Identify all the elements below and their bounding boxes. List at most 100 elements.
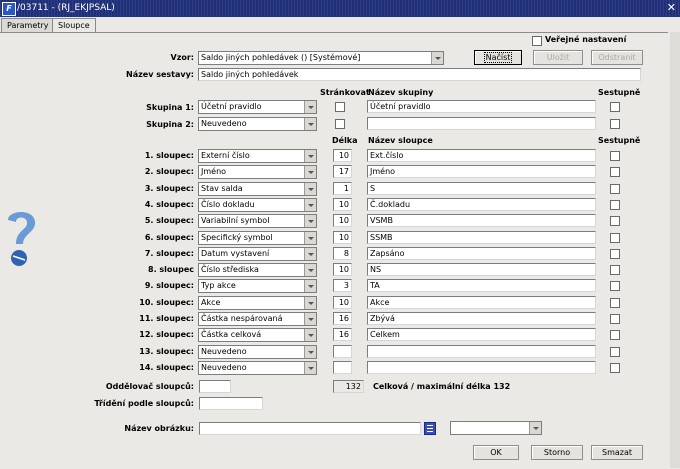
chevron-down-icon[interactable] — [304, 362, 316, 374]
column-name-input[interactable] — [367, 361, 596, 374]
image-select[interactable] — [450, 421, 542, 435]
report-name-input[interactable]: Saldo jiných pohledávek — [198, 68, 641, 81]
tab-sloupce[interactable]: Sloupce — [52, 18, 96, 33]
group1-select[interactable]: Účetní pravidlo — [198, 100, 317, 114]
column-length-input[interactable]: 3 — [333, 279, 352, 292]
column-name-input[interactable]: Ext.číslo — [367, 149, 596, 162]
load-button[interactable]: Načíst — [474, 50, 522, 65]
column-field-select[interactable]: Číslo dokladu — [198, 198, 317, 212]
save-button[interactable]: Uložit — [533, 50, 583, 65]
column-descending-checkbox[interactable] — [610, 151, 620, 161]
chevron-down-icon[interactable] — [304, 183, 316, 195]
column-field-select[interactable]: Variabilní symbol — [198, 214, 317, 228]
column-field-select[interactable]: Jméno — [198, 165, 317, 179]
column-descending-checkbox[interactable] — [610, 347, 620, 357]
chevron-down-icon[interactable] — [304, 248, 316, 260]
column-field-select[interactable]: Částka nespárovaná — [198, 312, 317, 326]
column-descending-checkbox[interactable] — [610, 216, 620, 226]
column-length-input[interactable]: 10 — [333, 198, 352, 211]
chevron-down-icon[interactable] — [304, 215, 316, 227]
group2-name-input[interactable] — [367, 117, 596, 130]
column-descending-checkbox[interactable] — [610, 249, 620, 259]
column-field-select[interactable]: Číslo střediska — [198, 263, 317, 277]
column-field-select[interactable]: Akce — [198, 296, 317, 310]
column-name-input[interactable]: NS — [367, 263, 596, 276]
group2-select[interactable]: Neuvedeno — [198, 117, 317, 131]
column-length-input[interactable]: 10 — [333, 214, 352, 227]
list-icon[interactable] — [424, 422, 436, 435]
column-field-select[interactable]: Externí číslo — [198, 149, 317, 163]
column-length-input[interactable]: 16 — [333, 328, 352, 341]
column-name-input[interactable]: Zapsáno — [367, 247, 596, 260]
column-name-input[interactable] — [367, 345, 596, 358]
column-length-input[interactable]: 17 — [333, 165, 352, 178]
column-descending-checkbox[interactable] — [610, 233, 620, 243]
column-field-select[interactable]: Neuvedeno — [198, 361, 317, 375]
column-length-input[interactable]: 8 — [333, 247, 352, 260]
column-descending-checkbox[interactable] — [610, 265, 620, 275]
column-descending-checkbox[interactable] — [610, 363, 620, 373]
group2-paging-checkbox[interactable] — [335, 119, 345, 129]
group2-descending-checkbox[interactable] — [610, 119, 620, 129]
delete-button[interactable]: Smazat — [591, 445, 643, 460]
chevron-down-icon[interactable] — [304, 150, 316, 162]
chevron-down-icon[interactable] — [304, 166, 316, 178]
image-name-input[interactable] — [199, 422, 421, 435]
column-name-input[interactable]: Jméno — [367, 165, 596, 178]
column-descending-checkbox[interactable] — [610, 281, 620, 291]
column-descending-checkbox[interactable] — [610, 330, 620, 340]
chevron-down-icon[interactable] — [304, 232, 316, 244]
column-length-input[interactable]: 10 — [333, 231, 352, 244]
column-field-select[interactable]: Částka celková — [198, 328, 317, 342]
column-length-input[interactable] — [333, 361, 352, 374]
chevron-down-icon[interactable] — [304, 264, 316, 276]
column-name-input[interactable]: S — [367, 182, 596, 195]
column-name-input[interactable]: SSMB — [367, 231, 596, 244]
column-name-input[interactable]: Zbývá — [367, 312, 596, 325]
column-name-input[interactable]: VSMB — [367, 214, 596, 227]
chevron-down-icon[interactable] — [304, 313, 316, 325]
chevron-down-icon[interactable] — [304, 297, 316, 309]
column-name-input[interactable]: TA — [367, 279, 596, 292]
chevron-down-icon[interactable] — [304, 101, 316, 113]
column-field-select[interactable]: Neuvedeno — [198, 345, 317, 359]
column-name-input[interactable]: Č.dokladu — [367, 198, 596, 211]
public-setting-checkbox[interactable] — [532, 36, 542, 46]
remove-button[interactable]: Odstranit — [591, 50, 643, 65]
tab-parametry[interactable]: Parametry — [1, 18, 55, 32]
column-descending-checkbox[interactable] — [610, 314, 620, 324]
chevron-down-icon[interactable] — [304, 346, 316, 358]
chevron-down-icon[interactable] — [304, 199, 316, 211]
column-descending-checkbox[interactable] — [610, 167, 620, 177]
column-length-input[interactable]: 10 — [333, 263, 352, 276]
column-descending-checkbox[interactable] — [610, 200, 620, 210]
column-length-input[interactable]: 1 — [333, 182, 352, 195]
close-icon[interactable]: ✕ — [667, 1, 676, 14]
column-length-input[interactable]: 16 — [333, 312, 352, 325]
group1-paging-checkbox[interactable] — [335, 102, 345, 112]
column-field-select[interactable]: Stav salda — [198, 182, 317, 196]
ok-button[interactable]: OK — [473, 445, 519, 460]
chevron-down-icon[interactable] — [529, 422, 541, 434]
chevron-down-icon[interactable] — [304, 280, 316, 292]
chevron-down-icon[interactable] — [304, 329, 316, 341]
column-field-select[interactable]: Datum vystavení — [198, 247, 317, 261]
column-field-select[interactable]: Typ akce — [198, 279, 317, 293]
template-select[interactable]: Saldo jiných pohledávek () [Systémové] — [198, 51, 444, 65]
separator-input[interactable] — [199, 380, 231, 393]
vertical-scrollbar[interactable] — [670, 32, 680, 468]
column-length-input[interactable]: 10 — [333, 149, 352, 162]
chevron-down-icon[interactable] — [431, 52, 443, 64]
group1-name-input[interactable]: Účetní pravidlo — [367, 100, 596, 113]
column-length-input[interactable] — [333, 345, 352, 358]
cancel-button[interactable]: Storno — [531, 445, 583, 460]
column-name-input[interactable]: Akce — [367, 296, 596, 309]
group1-descending-checkbox[interactable] — [610, 102, 620, 112]
column-length-input[interactable]: 10 — [333, 296, 352, 309]
sort-input[interactable] — [199, 397, 263, 410]
column-descending-checkbox[interactable] — [610, 298, 620, 308]
column-field-select[interactable]: Specifický symbol — [198, 231, 317, 245]
chevron-down-icon[interactable] — [304, 118, 316, 130]
column-name-input[interactable]: Celkem — [367, 328, 596, 341]
column-descending-checkbox[interactable] — [610, 184, 620, 194]
